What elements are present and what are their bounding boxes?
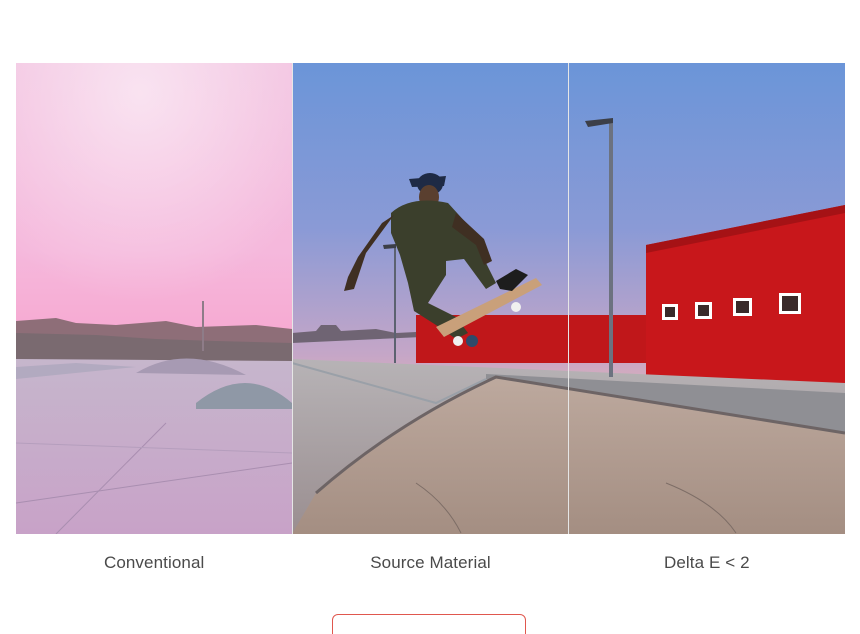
divider-right bbox=[568, 63, 569, 534]
label-delta-e: Delta E < 2 bbox=[663, 553, 750, 572]
cta-button[interactable] bbox=[332, 614, 526, 634]
lamp-post bbox=[609, 121, 613, 377]
panel-labels: Conventional Source Material Delta E < 2 bbox=[16, 553, 845, 579]
label-source-material: Source Material bbox=[370, 553, 491, 572]
divider-left bbox=[292, 63, 293, 534]
conventional-panel bbox=[16, 63, 293, 534]
label-conventional: Conventional bbox=[103, 553, 205, 572]
page: Conventional Source Material Delta E < 2 bbox=[0, 0, 860, 634]
comparison-image bbox=[16, 63, 845, 534]
